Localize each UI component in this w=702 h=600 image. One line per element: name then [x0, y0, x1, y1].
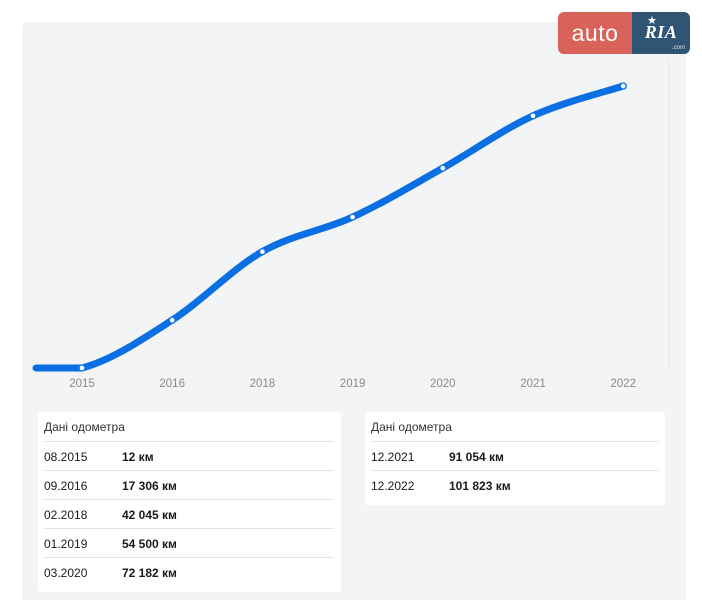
x-tick-label: 2020 [430, 378, 456, 390]
row-km: 101 823 км [449, 478, 511, 493]
row-km: 42 045 км [122, 507, 177, 522]
odometer-chart: 2015 2016 2018 2019 2020 2021 2022 [32, 60, 670, 390]
odometer-card-left: Дані одометра 08.2015 12 км 09.2016 17 3… [38, 412, 341, 592]
x-tick-label: 2016 [159, 378, 185, 390]
data-point[interactable] [78, 364, 86, 372]
card-title: Дані одометра [371, 420, 452, 434]
row-date: 12.2021 [371, 449, 415, 464]
row-date: 08.2015 [44, 449, 88, 464]
row-km: 54 500 км [122, 536, 177, 551]
data-point[interactable] [439, 164, 447, 172]
x-tick-label: 2018 [250, 378, 276, 390]
row-km: 12 км [122, 449, 154, 464]
data-point[interactable] [529, 112, 537, 120]
row-date: 12.2022 [371, 478, 415, 493]
x-tick-label: 2019 [340, 378, 366, 390]
data-point[interactable] [348, 213, 357, 221]
data-point[interactable] [619, 82, 627, 90]
table-row: 01.2019 54 500 км [44, 528, 334, 558]
table-row: 02.2018 42 045 км [44, 499, 334, 529]
x-tick-label: 2015 [69, 378, 95, 390]
card-title: Дані одометра [44, 420, 125, 434]
row-date: 01.2019 [44, 536, 88, 551]
x-tick-label: 2022 [610, 378, 636, 390]
row-km: 17 306 км [122, 478, 177, 493]
data-point[interactable] [168, 316, 176, 324]
table-row: 03.2020 72 182 км [44, 557, 334, 587]
row-km: 72 182 км [122, 565, 177, 580]
x-tick-label: 2021 [520, 378, 546, 390]
odometer-card-right: Дані одометра 12.2021 91 054 км 12.2022 … [365, 412, 665, 505]
data-point[interactable] [258, 247, 267, 256]
series-line [32, 82, 627, 372]
table-row: 12.2021 91 054 км [371, 441, 659, 471]
row-km: 91 054 км [449, 449, 504, 464]
table-row: 09.2016 17 306 км [44, 470, 334, 500]
row-date: 09.2016 [44, 478, 88, 493]
row-date: 03.2020 [44, 565, 88, 580]
table-row: 08.2015 12 км [44, 441, 334, 471]
table-row: 12.2022 101 823 км [371, 470, 659, 500]
row-date: 02.2018 [44, 507, 88, 522]
